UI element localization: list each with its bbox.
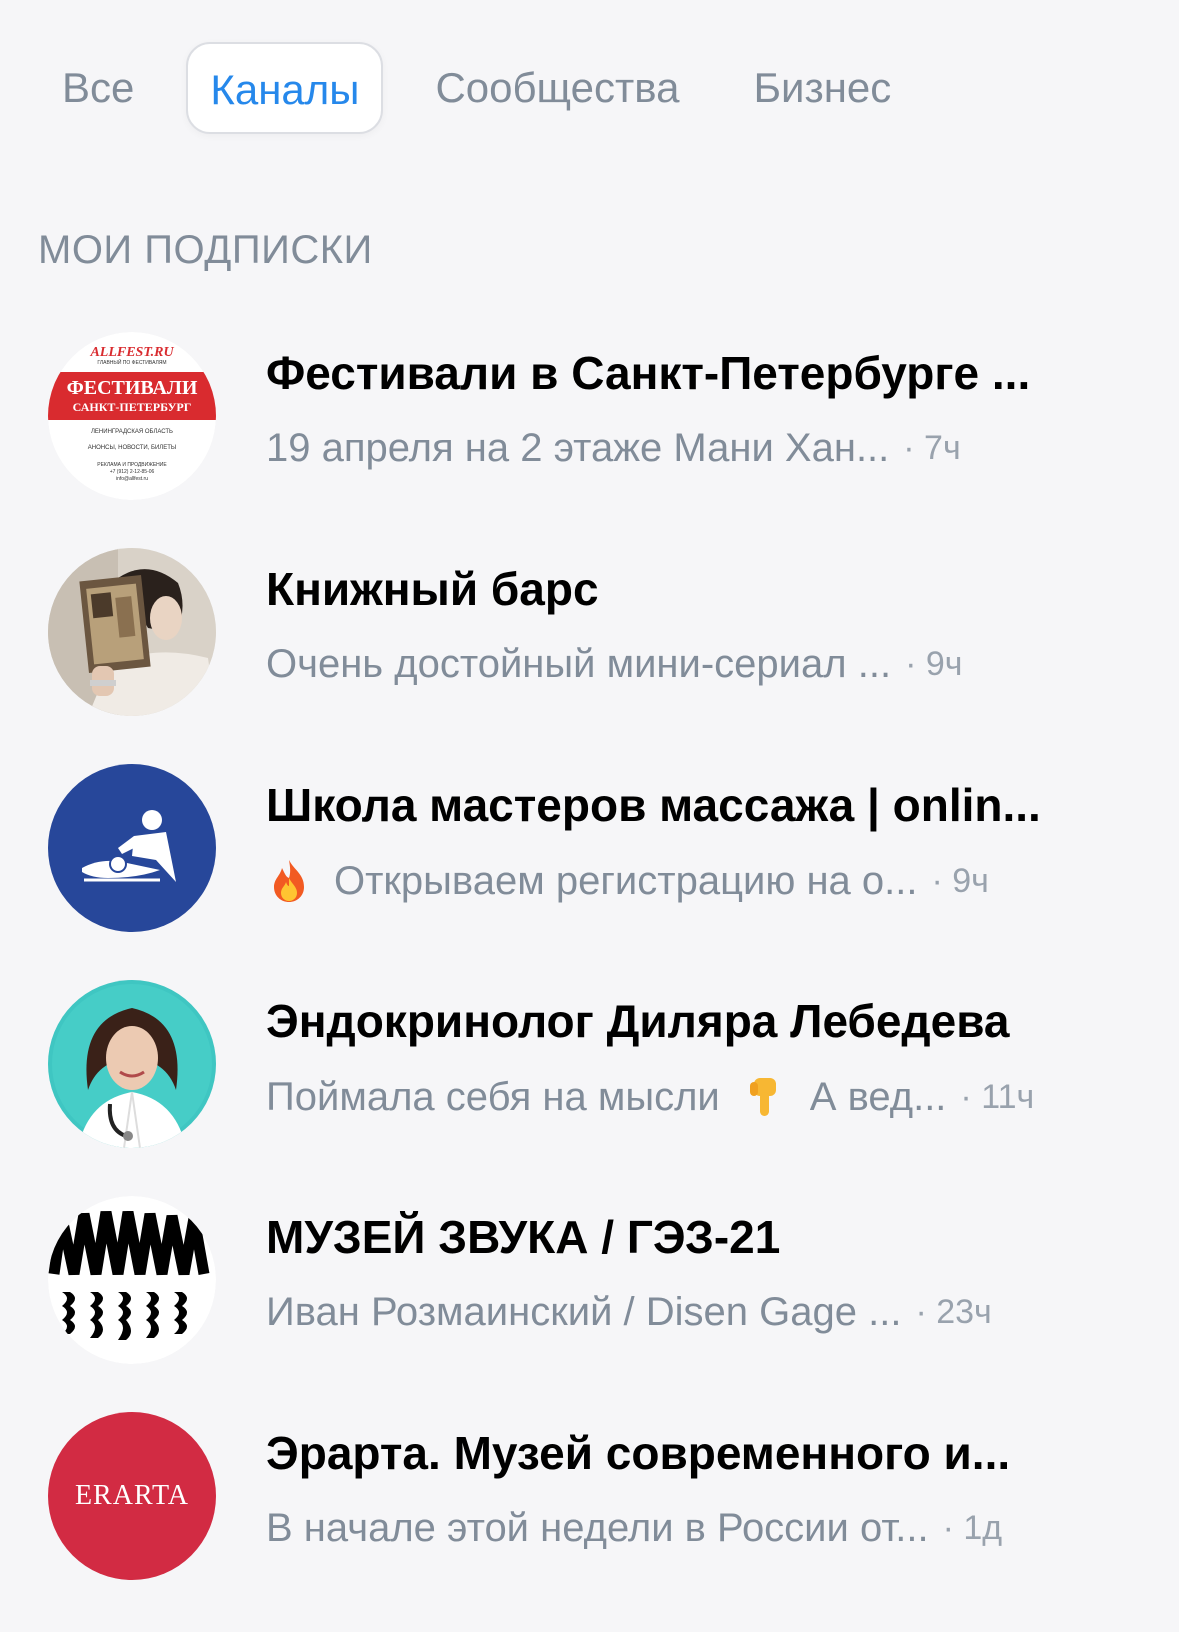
- avatar: [48, 1196, 216, 1364]
- chat-preview-before: Поймала себя на мысли: [266, 1074, 720, 1119]
- tab-business[interactable]: Бизнес: [731, 42, 913, 134]
- tab-bar: Все Каналы Сообщества Бизнес: [40, 40, 943, 136]
- chat-preview-line: В начале этой недели в России от... · 1д: [266, 1506, 1146, 1551]
- chat-time: · 1д: [942, 1509, 1003, 1547]
- chat-preview: А вед...: [809, 1074, 947, 1119]
- tab-channels[interactable]: Каналы: [186, 42, 384, 134]
- list-item[interactable]: ALLFEST.RU ГЛАВНЫЙ ПО ФЕСТИВАЛЯМ ФЕСТИВА…: [0, 310, 1179, 526]
- avatar: [48, 764, 216, 932]
- chat-preview-line: Очень достойный мини-сериал ... · 9ч: [266, 642, 1146, 687]
- allfest-phone: +7 (912) 2-12-85-06: [110, 469, 155, 475]
- erarta-logo-icon: ERARTA: [48, 1412, 216, 1580]
- section-title: МОИ ПОДПИСКИ: [38, 228, 373, 272]
- chat-preview-line: Иван Розмаинский / Disen Gage ... · 23ч: [266, 1290, 1146, 1335]
- chat-name: Школа мастеров массажа | onlin...: [266, 779, 1041, 831]
- allfest-subtitle: САНКТ-ПЕТЕРБУРГ: [73, 400, 192, 414]
- sound-wave-logo-icon: [48, 1196, 216, 1364]
- list-item[interactable]: МУЗЕЙ ЗВУКА / ГЭЗ-21 Иван Розмаинский / …: [0, 1174, 1179, 1390]
- chat-name: Эрарта. Музей современного и...: [266, 1427, 1011, 1479]
- chat-preview: Иван Розмаинский / Disen Gage ...: [266, 1290, 902, 1334]
- avatar: [48, 548, 216, 716]
- allfest-region: ЛЕНИНГРАДСКАЯ ОБЛАСТЬ: [91, 429, 173, 435]
- chat-time: · 7ч: [903, 429, 961, 467]
- chat-preview-line: Поймала себя на мысли А вед... · 11ч: [266, 1074, 1146, 1120]
- chat-time: · 9ч: [931, 861, 989, 900]
- chat-preview-line: Открываем регистрацию на о... · 9ч: [266, 858, 1146, 904]
- chat-preview-line: 19 апреля на 2 этаже Мани Хан... · 7ч: [266, 426, 1146, 471]
- chat-name: МУЗЕЙ ЗВУКА / ГЭЗ-21: [266, 1211, 781, 1263]
- chat-time: · 11ч: [960, 1077, 1035, 1116]
- person-with-book-photo-icon: [48, 548, 216, 716]
- subscriptions-list: ALLFEST.RU ГЛАВНЫЙ ПО ФЕСТИВАЛЯМ ФЕСТИВА…: [0, 310, 1179, 1606]
- massage-logo-icon: [48, 764, 216, 932]
- allfest-title: ФЕСТИВАЛИ: [67, 377, 198, 399]
- list-item[interactable]: Школа мастеров массажа | onlin... Открыв…: [0, 742, 1179, 958]
- chat-time: · 9ч: [905, 645, 963, 683]
- chat-preview: В начале этой недели в России от...: [266, 1506, 929, 1550]
- list-item[interactable]: Эндокринолог Диляра Лебедева Поймала себ…: [0, 958, 1179, 1174]
- doctor-portrait-photo-icon: [48, 980, 216, 1148]
- avatar: ALLFEST.RU ГЛАВНЫЙ ПО ФЕСТИВАЛЯМ ФЕСТИВА…: [48, 332, 216, 500]
- list-item[interactable]: Книжный барс Очень достойный мини-сериал…: [0, 526, 1179, 742]
- allfest-brand: ALLFEST.RU: [89, 345, 174, 360]
- chat-name: Книжный барс: [266, 563, 599, 615]
- allfest-logo-icon: ALLFEST.RU ГЛАВНЫЙ ПО ФЕСТИВАЛЯМ ФЕСТИВА…: [48, 332, 216, 500]
- avatar: [48, 980, 216, 1148]
- allfest-brand-sub: ГЛАВНЫЙ ПО ФЕСТИВАЛЯМ: [97, 358, 166, 366]
- allfest-ad: РЕКЛАМА И ПРОДВИЖЕНИЕ: [97, 462, 167, 468]
- tab-all[interactable]: Все: [40, 42, 156, 134]
- fire-emoji-icon: [266, 858, 312, 904]
- pointing-down-emoji-icon: [742, 1074, 788, 1120]
- chat-name: Фестивали в Санкт-Петербурге ...: [266, 347, 1031, 399]
- list-item[interactable]: ERARTA Эрарта. Музей современного и... В…: [0, 1390, 1179, 1606]
- allfest-email: info@allfest.ru: [116, 476, 148, 482]
- tab-communities[interactable]: Сообщества: [413, 42, 701, 134]
- chat-preview: Очень достойный мини-сериал ...: [266, 642, 892, 686]
- avatar: ERARTA: [48, 1412, 216, 1580]
- allfest-tagline: АНОНСЫ, НОВОСТИ, БИЛЕТЫ: [88, 445, 176, 451]
- chat-name: Эндокринолог Диляра Лебедева: [266, 995, 1010, 1047]
- erarta-logo-text: ERARTA: [75, 1480, 189, 1511]
- chat-preview: Открываем регистрацию на о...: [334, 858, 918, 903]
- chat-time: · 23ч: [915, 1293, 992, 1331]
- chat-preview: 19 апреля на 2 этаже Мани Хан...: [266, 426, 890, 470]
